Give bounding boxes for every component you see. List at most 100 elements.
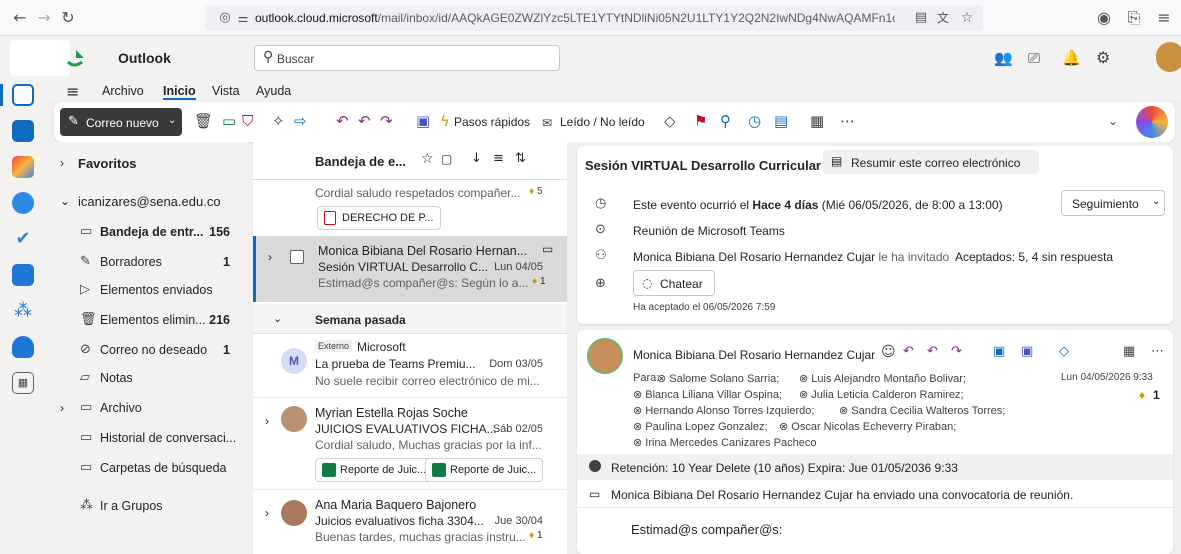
chevron-down-icon[interactable]: ⌄ [273, 312, 282, 325]
org-app-icon[interactable]: ⁂ [12, 300, 34, 322]
permissions-icon[interactable]: ⚌ [233, 8, 253, 28]
favorite-star-icon[interactable]: ☆ [421, 151, 434, 167]
attachment-chip[interactable]: Reporte de Juic... [315, 458, 434, 482]
recipient[interactable]: ⊗ Oscar Nicolas Echeverry Piraban; [779, 420, 956, 433]
menu-icon[interactable]: ≡ [1154, 8, 1174, 28]
url-bar[interactable]: ◎ ⚌ outlook.cloud.microsoft/mail/inbox/i… [205, 5, 983, 31]
chat-button[interactable]: ◌ Chatear [633, 270, 715, 296]
tag-icon[interactable]: ◇ [664, 112, 676, 130]
tab-vista[interactable]: Vista [212, 84, 240, 98]
calendar-app-icon[interactable] [12, 120, 34, 142]
todo-app-icon[interactable]: ✔ [12, 228, 34, 250]
folder-archive[interactable]: › ▭ Archivo [48, 394, 248, 422]
tab-inicio[interactable]: Inicio [163, 84, 196, 100]
attachment-chip[interactable]: DERECHO DE P... [317, 206, 441, 230]
list-item-selected[interactable]: › Monica Bibiana Del Rosario Hernan... ▭… [253, 236, 567, 302]
folder-junk[interactable]: ⊘ Correo no deseado 1 [48, 336, 248, 364]
section-header[interactable]: ⌄ Semana pasada [253, 304, 567, 334]
feedback-icon[interactable]: ⎚ [1028, 49, 1040, 67]
account-header[interactable]: icanizares@sena.edu.co [78, 194, 221, 209]
response-count[interactable]: Aceptados: 5, 4 sin respuesta [955, 250, 1113, 264]
chevron-right-icon[interactable]: › [265, 414, 269, 428]
sort-icon[interactable]: ⇅ [515, 151, 526, 166]
onenote-app-icon[interactable] [12, 264, 34, 286]
follow-up-button[interactable]: Seguimiento ⌄ [1061, 190, 1165, 216]
avatar[interactable] [1156, 42, 1181, 72]
reply-icon[interactable]: ↶ [903, 344, 914, 359]
bookmark-star-icon[interactable]: ☆ [957, 8, 977, 28]
apps-icon[interactable]: ▦ [1123, 344, 1135, 359]
hamburger-icon[interactable]: ≡ [66, 82, 79, 101]
teams-icon[interactable]: 👥 [994, 49, 1013, 67]
list-item[interactable]: Cordial saludo respetados compañer... ♦ … [253, 180, 567, 236]
bell-icon[interactable]: 🔔 [1062, 49, 1081, 67]
recipient[interactable]: ⊗ Irina Mercedes Canizares Pacheco [633, 436, 816, 449]
go-to-groups[interactable]: ⁂ Ir a Grupos [48, 492, 248, 520]
onedrive-app-icon[interactable] [12, 336, 34, 358]
reload-icon[interactable]: ↻ [58, 8, 78, 28]
mail-app-icon[interactable] [12, 84, 34, 106]
select-checkbox[interactable] [290, 250, 304, 264]
sweep-icon[interactable]: ✧ [272, 112, 285, 130]
folder-notes[interactable]: ▱ Notas [48, 364, 248, 392]
rules-icon[interactable]: ▤ [774, 112, 788, 130]
quick-steps-button[interactable]: Pasos rápidos [454, 115, 530, 129]
chevron-down-icon[interactable]: ⌄ [168, 115, 176, 126]
tab-ayuda[interactable]: Ayuda [256, 84, 291, 98]
jump-icon[interactable]: ↓ [471, 151, 482, 166]
recipient[interactable]: ⊗ Luis Alejandro Montaño Bolivar; [799, 372, 966, 385]
reader-view-icon[interactable]: ▤ [911, 8, 931, 28]
extensions-icon[interactable]: ⎘ [1124, 8, 1144, 28]
folder-deleted[interactable]: 🗑 Elementos elimin... 216 [48, 306, 248, 334]
folder-sent[interactable]: ▷ Elementos enviados [48, 276, 248, 304]
sender-name[interactable]: Monica Bibiana Del Rosario Hernandez Cuj… [633, 348, 875, 362]
more-options-icon[interactable]: ⋯ [840, 112, 855, 130]
translate-icon[interactable]: 文 [933, 8, 953, 28]
loop-icon[interactable]: ▣ [1021, 344, 1033, 359]
select-icon[interactable]: ▢ [441, 152, 452, 166]
recipient[interactable]: ⊗ Hernando Alonso Torres Izquierdo; [633, 404, 814, 417]
list-item[interactable]: › Myrian Estella Rojas Soche JUICIOS EVA… [253, 400, 567, 490]
app-launcher[interactable] [10, 40, 70, 76]
apps-icon[interactable]: ▦ [810, 112, 824, 130]
filter-icon[interactable]: ≡ [493, 151, 504, 166]
read-unread-button[interactable]: Leído / No leído [560, 115, 645, 129]
folder-inbox[interactable]: ▭ Bandeja de entr... 156 [48, 218, 248, 246]
folder-history[interactable]: ▭ Historial de conversaci... [48, 424, 248, 452]
move-icon[interactable]: ⇨ [294, 112, 307, 130]
chevron-right-icon[interactable]: › [60, 156, 64, 170]
report-icon[interactable]: ⛉ [242, 112, 253, 130]
forward-icon[interactable]: → [34, 8, 54, 28]
emoji-icon[interactable]: ☺ [881, 344, 896, 360]
chevron-right-icon[interactable]: › [268, 250, 272, 264]
copilot-app-icon[interactable] [12, 156, 34, 178]
flag-icon[interactable]: ⚑ [694, 112, 707, 130]
delete-icon[interactable]: 🗑 [194, 112, 213, 130]
forward-mail-icon[interactable]: ↷ [951, 344, 962, 359]
attachment-chip[interactable]: Reporte de Juic... [425, 458, 544, 482]
list-item[interactable]: M Externo Microsoft La prueba de Teams P… [253, 336, 567, 398]
expand-ribbon-icon[interactable]: ⌄ [1108, 112, 1118, 130]
tag-icon[interactable]: ◇ [1059, 344, 1069, 359]
teams-icon[interactable]: ▣ [993, 344, 1005, 359]
reply-all-icon[interactable]: ↶ [358, 112, 371, 130]
archive-icon[interactable]: ▭ [222, 112, 236, 130]
pin-icon[interactable]: ⚲ [720, 112, 731, 130]
copilot-icon[interactable] [1136, 106, 1168, 138]
recipient[interactable]: ⊗ Salome Solano Sarria; [657, 372, 779, 385]
more-options-icon[interactable]: ⋯ [1151, 344, 1164, 359]
chevron-right-icon[interactable]: › [60, 401, 64, 415]
chevron-down-icon[interactable]: ⌄ [60, 194, 70, 208]
teams-share-icon[interactable]: ▣ [416, 112, 430, 130]
chevron-right-icon[interactable]: › [265, 506, 269, 520]
recipient[interactable]: ⊗ Julia Leticia Calderon Ramirez; [799, 388, 964, 401]
new-mail-button[interactable]: ✎ Correo nuevo ⌄ [60, 108, 182, 136]
snooze-icon[interactable]: ◷ [748, 112, 761, 130]
folder-search[interactable]: ▭ Carpetas de búsqueda [48, 454, 248, 482]
back-icon[interactable]: ← [10, 8, 30, 28]
people-app-icon[interactable] [12, 192, 34, 214]
recipient[interactable]: ⊗ Sandra Cecilia Walteros Torres; [839, 404, 1005, 417]
gear-icon[interactable]: ⚙ [1096, 48, 1110, 67]
list-item[interactable]: › Ana Maria Baquero Bajonero Juicios eva… [253, 492, 567, 554]
account-icon[interactable]: ◉ [1094, 8, 1114, 28]
